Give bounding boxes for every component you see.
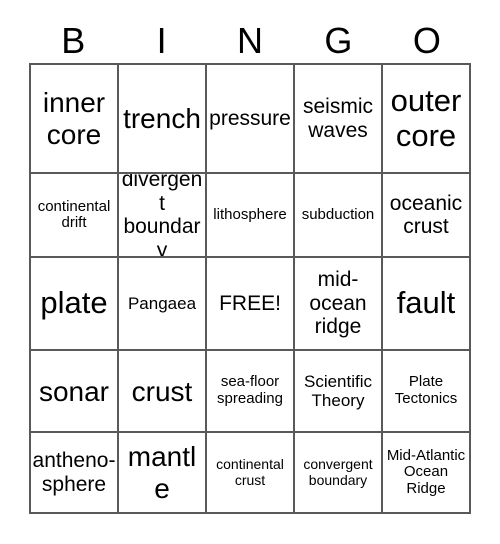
bingo-cell-label: sea-floor spreading xyxy=(217,373,283,408)
bingo-cell-label: antheno-sphere xyxy=(32,449,116,496)
bingo-card: B I N G O inner core trench pressure sei… xyxy=(0,0,500,544)
bingo-cell-g2[interactable]: subduction xyxy=(295,174,383,259)
bingo-cell-i1[interactable]: trench xyxy=(119,65,207,175)
bingo-cell-b3[interactable]: plate xyxy=(31,258,119,351)
bingo-cell-o4[interactable]: Plate Tectonics xyxy=(383,350,471,434)
bingo-cell-o1[interactable]: outer core xyxy=(383,65,471,175)
bingo-cell-g4[interactable]: Scientific Theory xyxy=(295,350,383,434)
bingo-cell-n4[interactable]: sea-floor spreading xyxy=(207,350,295,434)
free-space-label: FREE! xyxy=(219,291,281,315)
bingo-cell-b5[interactable]: antheno-sphere xyxy=(31,433,119,515)
bingo-cell-label: Mid-Atlantic Ocean Ridge xyxy=(386,446,466,498)
bingo-cell-label: mantle xyxy=(127,441,197,504)
bingo-cell-n1[interactable]: pressure xyxy=(207,65,295,175)
bingo-row-4: sonar crust sea-floor spreading Scientif… xyxy=(31,350,471,434)
bingo-cell-b2[interactable]: continental drift xyxy=(31,174,119,259)
bingo-letter-n: N xyxy=(237,19,264,61)
bingo-letter-i: I xyxy=(156,19,167,61)
bingo-cell-label: sonar xyxy=(38,375,110,407)
bingo-cell-label: outer core xyxy=(390,82,462,153)
bingo-cell-label: oceanic crust xyxy=(389,191,463,239)
bingo-row-1: inner core trench pressure seismic waves… xyxy=(31,65,471,175)
bingo-cell-o2[interactable]: oceanic crust xyxy=(383,174,471,259)
bingo-cell-label: Plate Tectonics xyxy=(394,373,458,408)
bingo-cell-g1[interactable]: seismic waves xyxy=(295,65,383,175)
bingo-row-5: antheno-sphere mantle continental crust … xyxy=(31,433,471,515)
bingo-cell-label: continental crust xyxy=(216,456,284,488)
bingo-cell-g3[interactable]: mid-ocean ridge xyxy=(295,258,383,351)
bingo-cell-label: trench xyxy=(123,103,201,135)
bingo-cell-label: divergent boundary xyxy=(121,174,203,259)
bingo-cell-label: pressure xyxy=(209,106,291,130)
bingo-cell-label: inner core xyxy=(42,87,106,150)
bingo-cell-b1[interactable]: inner core xyxy=(31,65,119,175)
bingo-cell-label: Scientific Theory xyxy=(303,372,373,411)
bingo-cell-b4[interactable]: sonar xyxy=(31,350,119,434)
bingo-cell-n2[interactable]: lithosphere xyxy=(207,174,295,259)
bingo-cell-o5[interactable]: Mid-Atlantic Ocean Ridge xyxy=(383,433,471,515)
bingo-cell-free-space[interactable]: FREE! xyxy=(207,258,295,351)
bingo-cell-label: crust xyxy=(131,375,193,407)
bingo-row-2: continental drift divergent boundary lit… xyxy=(31,174,471,259)
bingo-cell-o3[interactable]: fault xyxy=(383,258,471,351)
bingo-header: B I N G O xyxy=(29,18,471,63)
bingo-cell-i3[interactable]: Pangaea xyxy=(119,258,207,351)
bingo-cell-label: lithosphere xyxy=(213,206,287,223)
bingo-cell-i2[interactable]: divergent boundary xyxy=(119,174,207,259)
bingo-cell-label: subduction xyxy=(301,206,375,223)
bingo-letter-o: O xyxy=(412,19,441,61)
bingo-cell-g5[interactable]: convergent boundary xyxy=(295,433,383,515)
bingo-grid: inner core trench pressure seismic waves… xyxy=(29,63,471,515)
bingo-cell-label: plate xyxy=(40,285,108,321)
bingo-row-3: plate Pangaea FREE! mid-ocean ridge faul… xyxy=(31,258,471,351)
bingo-cell-label: continental drift xyxy=(37,197,111,232)
bingo-cell-i4[interactable]: crust xyxy=(119,350,207,434)
bingo-cell-label: fault xyxy=(396,285,456,321)
bingo-cell-i5[interactable]: mantle xyxy=(119,433,207,515)
bingo-cell-n5[interactable]: continental crust xyxy=(207,433,295,515)
bingo-cell-label: convergent boundary xyxy=(303,456,373,488)
bingo-letter-g: G xyxy=(324,19,353,61)
bingo-cell-label: seismic waves xyxy=(302,95,373,142)
bingo-cell-label: mid-ocean ridge xyxy=(309,268,367,339)
bingo-cell-label: Pangaea xyxy=(127,294,197,314)
bingo-letter-b: B xyxy=(61,19,86,61)
